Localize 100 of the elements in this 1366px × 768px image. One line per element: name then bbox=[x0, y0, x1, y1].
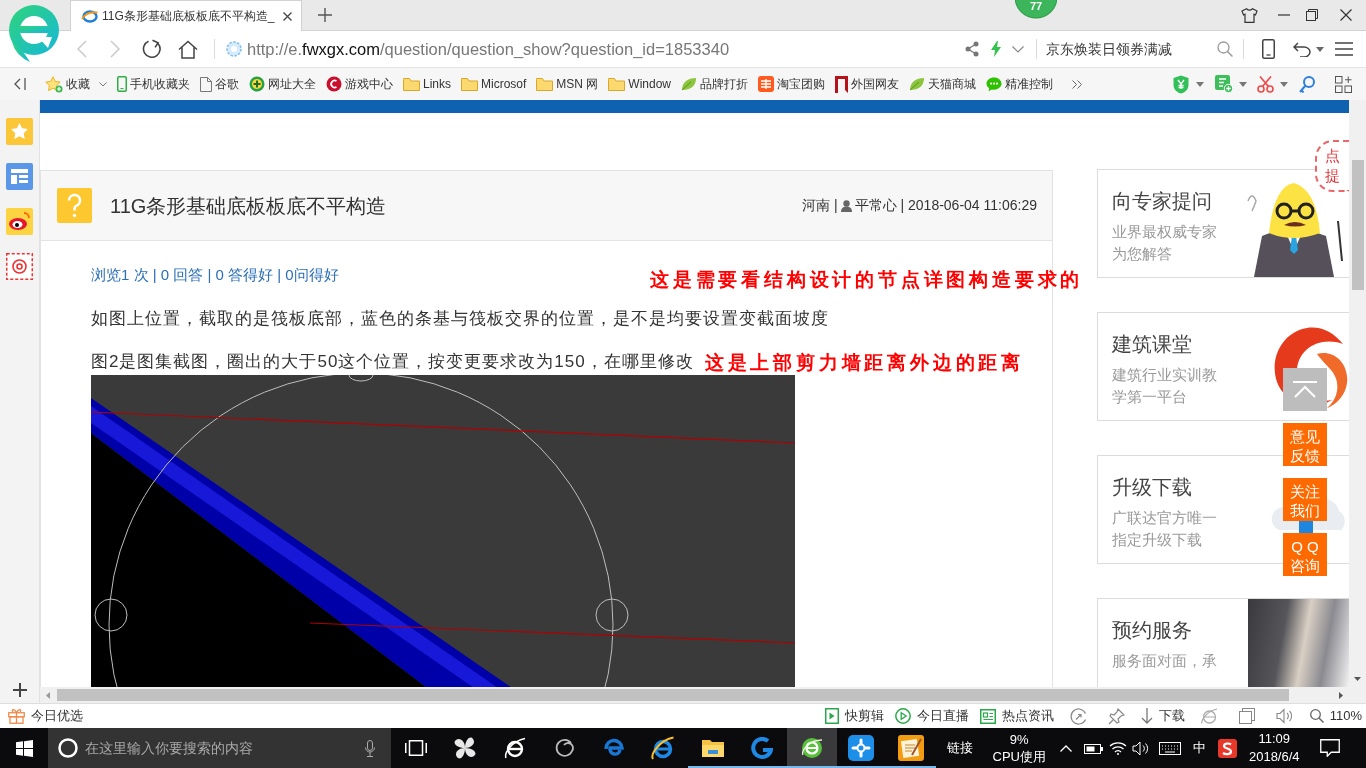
question-text: 如图上位置，截取的是筏板底部，蓝色的条基与筏板交界的位置，是不是均要设置变截面坡度 bbox=[91, 308, 829, 330]
news-icon bbox=[979, 708, 996, 724]
share-icon[interactable] bbox=[965, 41, 979, 57]
e-circle-icon bbox=[800, 737, 823, 759]
caret-icon[interactable] bbox=[1280, 81, 1288, 87]
horizontal-scrollbar[interactable] bbox=[40, 687, 1349, 703]
e-logo-icon bbox=[602, 737, 625, 759]
restore-icon[interactable] bbox=[1306, 9, 1318, 21]
apps-icon[interactable] bbox=[1335, 75, 1352, 93]
status-bar-link[interactable]: 110% bbox=[1309, 706, 1362, 726]
add-icon[interactable] bbox=[12, 683, 27, 697]
bookmark-link[interactable]: 谷歌 bbox=[200, 75, 239, 93]
bookmark-link[interactable]: Links bbox=[403, 75, 451, 93]
caret-icon[interactable] bbox=[1196, 81, 1204, 87]
eye-tile-icon[interactable] bbox=[6, 208, 33, 235]
scroll-right-icon[interactable] bbox=[1339, 691, 1343, 699]
folder-icon bbox=[700, 738, 725, 758]
bookmark-link[interactable]: 外国网友 bbox=[835, 75, 900, 93]
search-icon[interactable] bbox=[1217, 41, 1233, 57]
clock-time[interactable]: 11:09 bbox=[1258, 730, 1291, 748]
e-ring-icon bbox=[503, 737, 526, 759]
collapse-sidebar-icon[interactable] bbox=[14, 78, 26, 90]
input-method-indicator[interactable]: 中 bbox=[1192, 738, 1206, 758]
taskbar-search-field[interactable]: 在这里输入你要搜索的内容 bbox=[48, 728, 391, 768]
status-bar-link[interactable]: 下载 bbox=[1140, 706, 1185, 726]
ad-subtitle: 建筑行业实训教学第一平台 bbox=[1112, 365, 1218, 407]
speaker-icon[interactable] bbox=[1275, 708, 1294, 724]
bookmark-link[interactable]: Window bbox=[608, 75, 672, 93]
target-icon[interactable] bbox=[6, 253, 33, 280]
folder-icon bbox=[461, 77, 478, 91]
news-icon[interactable] bbox=[6, 163, 33, 190]
undo-icon[interactable] bbox=[1293, 41, 1311, 57]
notifications-icon[interactable] bbox=[1319, 739, 1340, 757]
keyboard-icon[interactable] bbox=[1158, 741, 1181, 755]
bookmark-link[interactable]: 精准控制 bbox=[986, 75, 1054, 93]
leaf-icon bbox=[681, 77, 698, 91]
circle-arrow-icon[interactable] bbox=[1069, 707, 1087, 725]
caret-icon[interactable] bbox=[1316, 46, 1324, 52]
clock-date[interactable]: 2018/6/4 bbox=[1248, 748, 1300, 766]
more-icon[interactable] bbox=[1072, 79, 1083, 89]
key-icon[interactable] bbox=[1299, 75, 1315, 93]
plus-circle-icon bbox=[249, 76, 265, 92]
reload-icon[interactable] bbox=[142, 39, 162, 59]
bookmark-link[interactable]: 手机收藏夹 bbox=[117, 75, 190, 93]
caret-icon[interactable] bbox=[1012, 45, 1024, 53]
bookmark-link[interactable]: 品牌打折 bbox=[681, 75, 749, 93]
shirt-icon[interactable] bbox=[1241, 7, 1258, 23]
wifi-icon[interactable] bbox=[1108, 741, 1127, 755]
caret-icon[interactable] bbox=[1239, 81, 1247, 87]
links-toolbar-label[interactable]: 链接 bbox=[946, 738, 973, 758]
vertical-scrollbar[interactable] bbox=[1349, 100, 1366, 687]
scroll-down-icon[interactable] bbox=[1354, 677, 1361, 681]
window-icon[interactable] bbox=[1238, 708, 1255, 724]
bookmark-link[interactable]: 天猫商城 bbox=[909, 75, 977, 93]
author-date-text: 平常心 | 2018-06-04 11:06:29 bbox=[854, 196, 1037, 215]
close-icon[interactable] bbox=[1340, 9, 1352, 21]
new-tab-icon[interactable] bbox=[318, 8, 332, 22]
phone-icon bbox=[117, 76, 127, 92]
start-icon[interactable] bbox=[15, 739, 33, 757]
arch-icon bbox=[835, 75, 849, 93]
download-icon bbox=[1140, 708, 1153, 724]
status-bar-link[interactable]: 今日直播 bbox=[894, 706, 969, 726]
bookmark-link[interactable]: 网址大全 bbox=[249, 75, 316, 93]
bookmark-link[interactable]: 淘宝团购 bbox=[758, 75, 826, 93]
ring-icon[interactable] bbox=[58, 738, 78, 758]
menu-icon[interactable] bbox=[1335, 42, 1353, 56]
tab-favicon-icon bbox=[81, 9, 98, 23]
question-stats[interactable]: 浏览1 次 | 0 回答 | 0 答得好 | 0问得好 bbox=[91, 264, 339, 286]
question-title: 11G条形基础底板板底不平构造 bbox=[110, 193, 387, 219]
pin-icon[interactable] bbox=[1107, 707, 1125, 725]
s-tile-icon[interactable] bbox=[1217, 738, 1237, 758]
url-text[interactable]: http://e.fwxgx.com/question/question_show?question_id=1853340 bbox=[247, 36, 965, 62]
user-icon bbox=[840, 199, 852, 212]
scrollbar-thumb[interactable] bbox=[1351, 160, 1364, 290]
bookmark-link[interactable]: 收藏 bbox=[45, 75, 107, 93]
scrollbar-thumb[interactable] bbox=[57, 689, 1289, 701]
bookmark-link[interactable]: MSN 网 bbox=[536, 75, 599, 93]
ad-card[interactable]: 建筑课堂 建筑行业实训教学第一平台 bbox=[1097, 312, 1349, 421]
ad-card[interactable]: 预约服务 服务面对面，承 bbox=[1097, 598, 1349, 687]
ad-title: 建筑课堂 bbox=[1112, 332, 1193, 357]
close-tab-icon[interactable] bbox=[283, 11, 292, 21]
battery-icon[interactable] bbox=[1083, 742, 1104, 754]
today-picks-link[interactable]: 今日优选 bbox=[8, 706, 83, 726]
status-bar-link[interactable]: 热点资讯 bbox=[979, 706, 1054, 726]
microphone-icon[interactable] bbox=[365, 740, 375, 757]
home-icon[interactable] bbox=[178, 39, 198, 59]
pinwheel-icon bbox=[453, 736, 478, 760]
volume-icon[interactable] bbox=[1131, 740, 1149, 756]
leaf-icon bbox=[909, 77, 926, 91]
status-bar-link[interactable]: 快剪辑 bbox=[824, 706, 884, 726]
browser-tab[interactable]: 11G条形基础底板板底不平构造_ bbox=[70, 0, 302, 31]
phone-icon[interactable] bbox=[1262, 39, 1275, 59]
search-field[interactable]: 京东焕装日领券满减 bbox=[1046, 38, 1211, 60]
chat-icon bbox=[986, 76, 1003, 92]
bookmark-link[interactable]: 游戏中心 bbox=[326, 75, 393, 93]
taskbar-app-button[interactable] bbox=[787, 728, 837, 768]
bookmark-link[interactable]: Microsof bbox=[461, 75, 527, 93]
site-info-icon bbox=[226, 41, 242, 57]
scissors-icon[interactable] bbox=[1257, 75, 1274, 93]
chevron-up-icon[interactable] bbox=[1059, 744, 1072, 752]
